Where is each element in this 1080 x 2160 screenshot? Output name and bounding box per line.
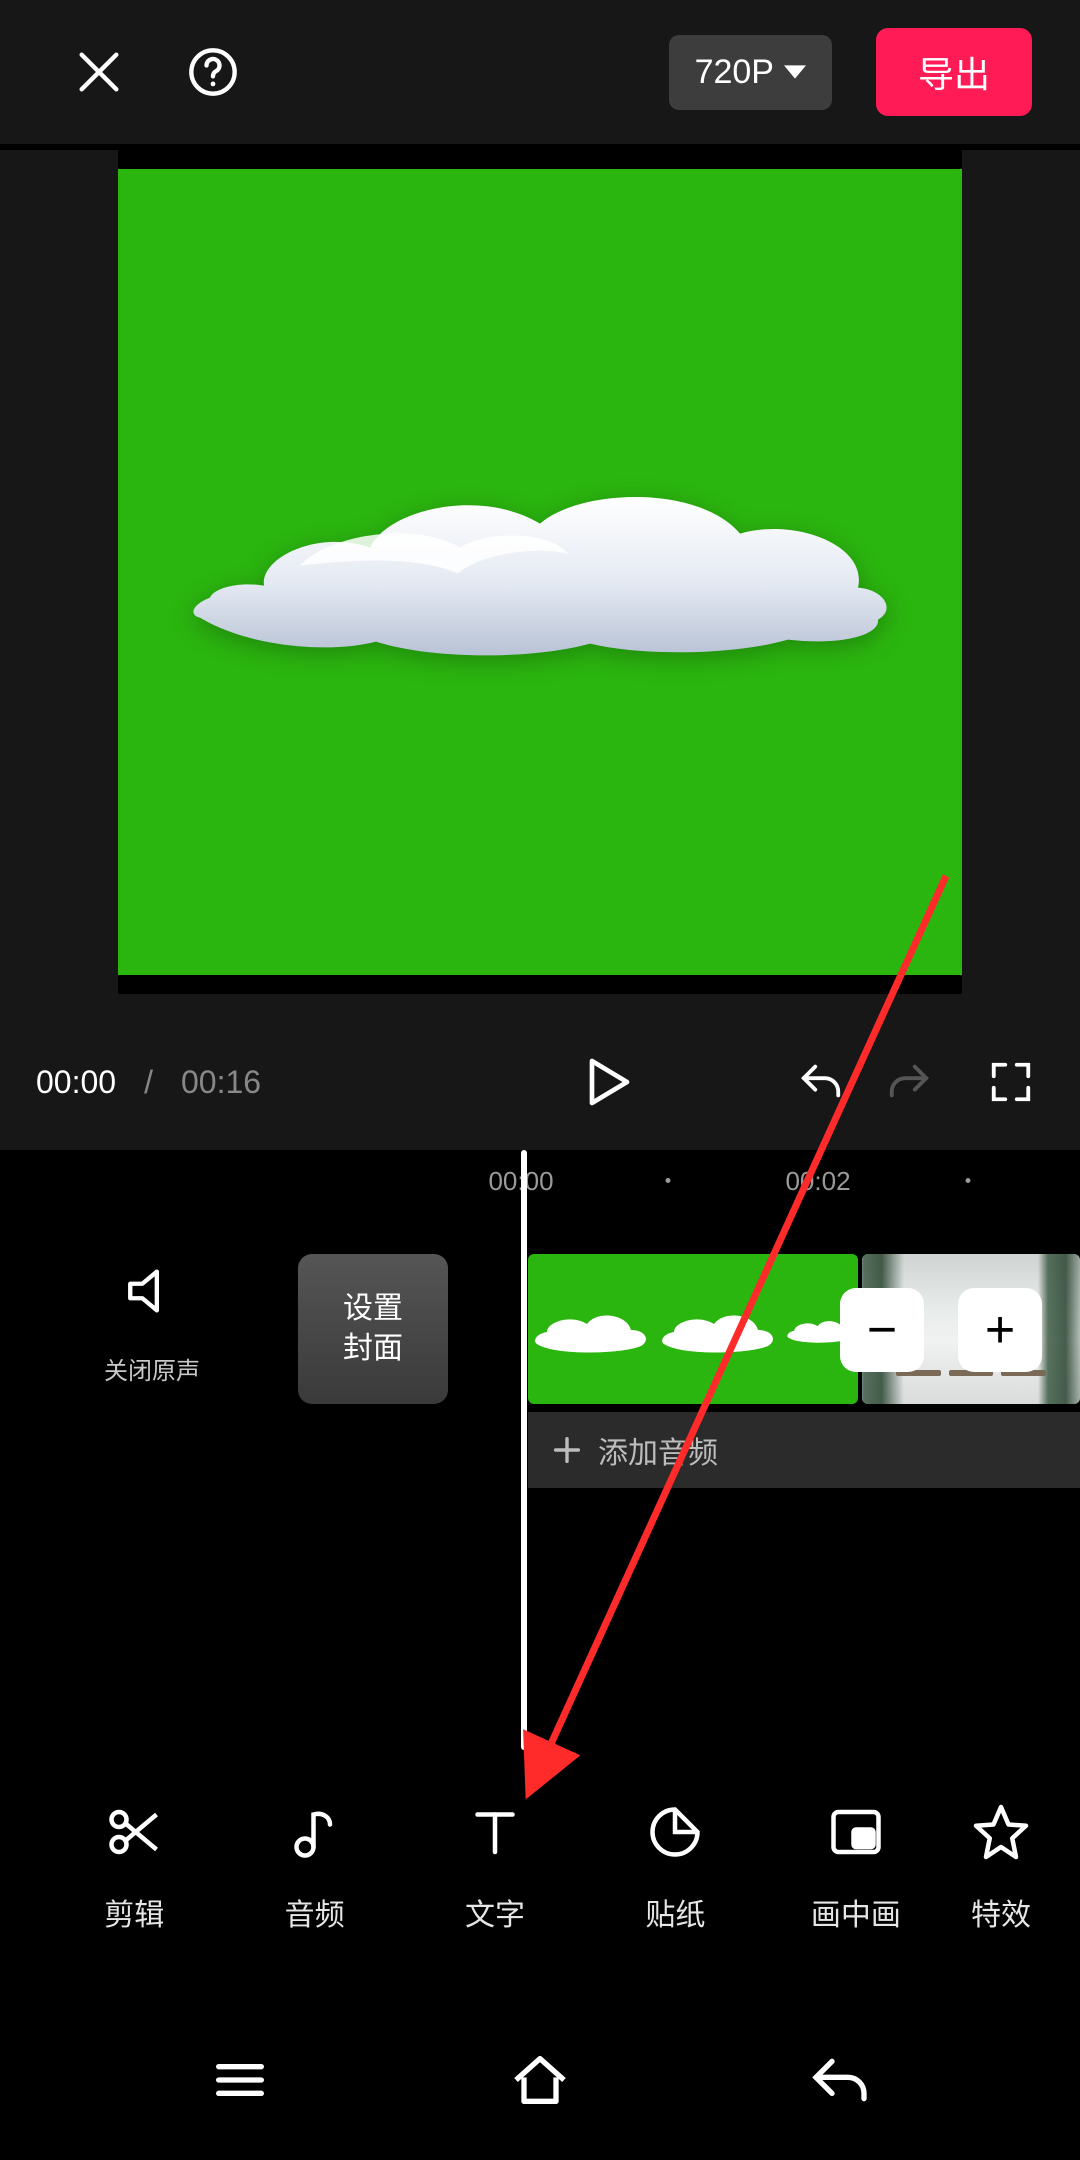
- video-canvas[interactable]: [118, 150, 962, 994]
- clip-1[interactable]: [528, 1254, 858, 1404]
- cover-button[interactable]: 设置 封面: [298, 1254, 448, 1404]
- player-bar: 00:00 / 00:16: [0, 1002, 1080, 1150]
- chevron-down-icon: [784, 61, 806, 83]
- clip-thumb: [658, 1304, 778, 1354]
- preview-area: [0, 150, 1080, 1002]
- ruler-dot: [666, 1178, 671, 1183]
- timeline[interactable]: 00:00 00:02 关闭原声 设置 封面: [0, 1150, 1080, 1770]
- tool-trim[interactable]: 剪辑: [44, 1802, 224, 1934]
- nav-recent[interactable]: [185, 2040, 295, 2120]
- play-button[interactable]: [566, 1042, 646, 1122]
- sticker-icon: [645, 1802, 705, 1862]
- tool-pip[interactable]: 画中画: [766, 1802, 946, 1934]
- ruler-tick-1: 00:02: [785, 1166, 850, 1197]
- mute-original-button[interactable]: 关闭原声: [92, 1262, 212, 1386]
- text-icon: [465, 1802, 525, 1862]
- music-note-icon: [285, 1802, 345, 1862]
- tool-audio[interactable]: 音频: [224, 1802, 404, 1934]
- bottom-toolbar: 剪辑 音频 文字 贴纸 画中画 特效: [0, 1768, 1080, 1968]
- time-separator: /: [144, 1064, 153, 1101]
- green-screen: [118, 169, 962, 975]
- export-button[interactable]: 导出: [876, 28, 1032, 116]
- tool-effects[interactable]: 特效: [946, 1802, 1056, 1934]
- tool-text[interactable]: 文字: [405, 1802, 585, 1934]
- help-button[interactable]: [178, 37, 248, 107]
- total-duration: 00:16: [181, 1064, 261, 1101]
- plus-icon: [550, 1433, 584, 1467]
- add-audio-label: 添加音频: [598, 1428, 718, 1472]
- clip-thumb: [531, 1304, 651, 1354]
- nav-home[interactable]: [485, 2040, 595, 2120]
- add-audio-track[interactable]: 添加音频: [528, 1412, 1080, 1488]
- current-time: 00:00: [36, 1064, 116, 1101]
- cloud-graphic: [180, 438, 900, 678]
- zoom-in-button[interactable]: +: [958, 1288, 1042, 1372]
- video-track: 关闭原声 设置 封面 − +: [0, 1254, 1080, 1424]
- nav-back[interactable]: [785, 2040, 895, 2120]
- redo-button: [876, 1049, 942, 1115]
- ruler-dot: [966, 1178, 971, 1183]
- scissors-icon: [104, 1802, 164, 1862]
- resolution-select[interactable]: 720P: [669, 35, 832, 110]
- star-icon: [971, 1802, 1031, 1862]
- home-icon: [508, 2048, 572, 2112]
- fullscreen-button[interactable]: [978, 1049, 1044, 1115]
- undo-button[interactable]: [788, 1049, 854, 1115]
- speaker-icon: [123, 1262, 181, 1320]
- picture-in-picture-icon: [826, 1802, 886, 1862]
- zoom-out-button[interactable]: −: [840, 1288, 924, 1372]
- menu-icon: [208, 2048, 272, 2112]
- back-icon: [808, 2048, 872, 2112]
- timeline-ruler[interactable]: 00:00 00:02: [0, 1150, 1080, 1210]
- app-root: 720P 导出: [0, 0, 1080, 2160]
- close-button[interactable]: [64, 37, 134, 107]
- resolution-label: 720P: [695, 53, 774, 92]
- header: 720P 导出: [0, 0, 1080, 144]
- tool-sticker[interactable]: 贴纸: [585, 1802, 765, 1934]
- system-navbar: [0, 2000, 1080, 2160]
- playhead[interactable]: [521, 1150, 527, 1750]
- mute-label: 关闭原声: [92, 1351, 212, 1386]
